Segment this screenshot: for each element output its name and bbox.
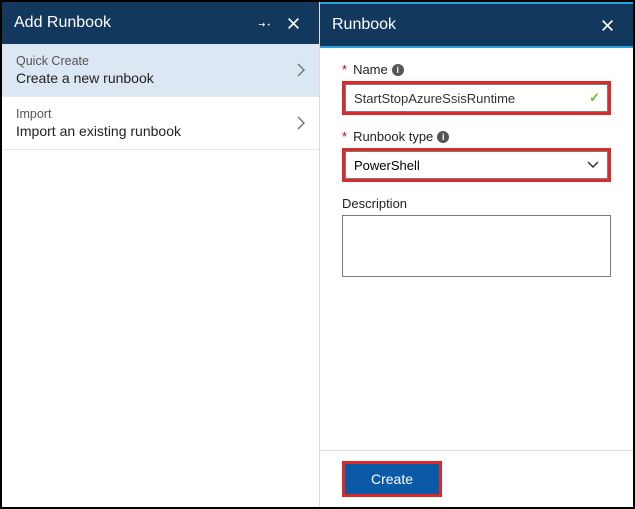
right-panel-title: Runbook (332, 16, 396, 34)
option-subtitle: Create a new runbook (16, 70, 154, 86)
pin-icon[interactable] (251, 16, 279, 30)
left-panel-titlebar: Add Runbook (2, 2, 319, 44)
create-button[interactable]: Create (345, 464, 439, 494)
chevron-right-icon (297, 116, 305, 130)
option-subtitle: Import an existing runbook (16, 123, 181, 139)
option-title: Import (16, 107, 181, 121)
chevron-down-icon (587, 161, 599, 169)
runbook-type-select[interactable]: PowerShell (345, 151, 608, 179)
option-quick-create[interactable]: Quick Create Create a new runbook (2, 44, 319, 97)
required-asterisk: * (342, 62, 347, 77)
info-icon[interactable]: i (392, 64, 404, 76)
close-icon[interactable] (279, 17, 307, 30)
name-label: * Name i (342, 62, 611, 77)
option-title: Quick Create (16, 54, 154, 68)
valid-check-icon: ✓ (589, 90, 600, 106)
description-label: Description (342, 196, 611, 211)
runbook-type-value: PowerShell (354, 158, 420, 173)
right-panel-titlebar: Runbook (320, 4, 633, 46)
info-icon[interactable]: i (437, 131, 449, 143)
name-input[interactable] (345, 84, 608, 112)
description-input[interactable] (342, 215, 611, 277)
left-panel-title: Add Runbook (14, 14, 111, 32)
required-asterisk: * (342, 129, 347, 144)
close-icon[interactable] (593, 19, 621, 32)
chevron-right-icon (297, 63, 305, 77)
type-label: * Runbook type i (342, 129, 611, 144)
option-import[interactable]: Import Import an existing runbook (2, 97, 319, 150)
